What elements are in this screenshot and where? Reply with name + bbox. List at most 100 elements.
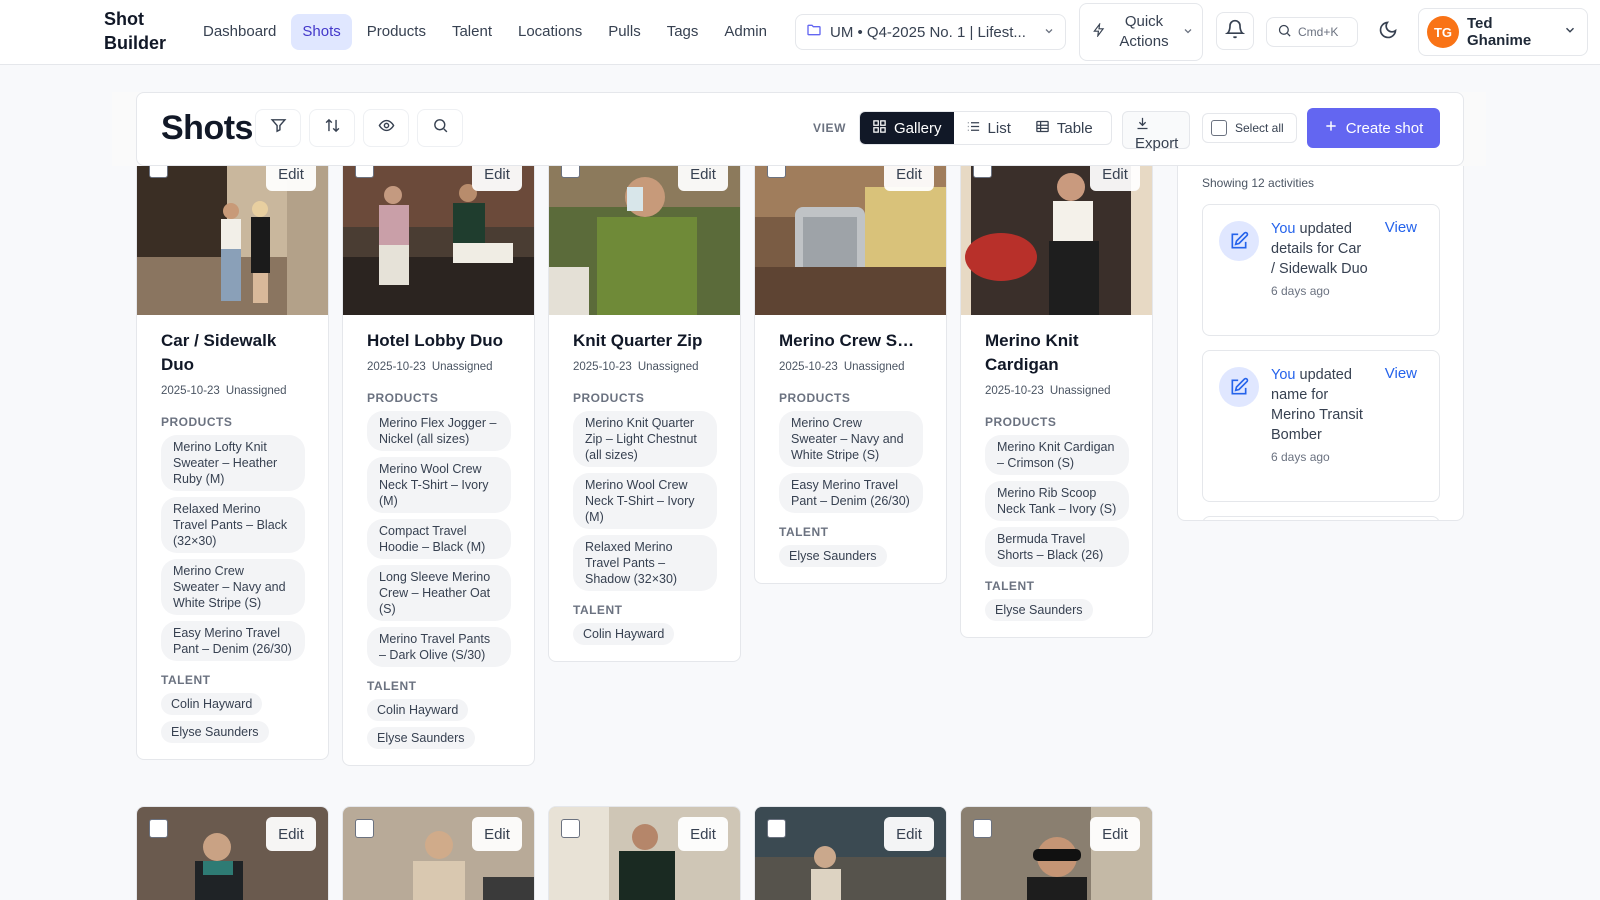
talent-chip: Elyse Saunders (779, 545, 887, 567)
select-all-toggle[interactable]: Select all (1202, 113, 1297, 143)
user-name: Ted Ghanime (1467, 15, 1532, 49)
card-checkbox[interactable] (355, 166, 374, 178)
export-label: Export (1135, 135, 1179, 152)
card-checkbox[interactable] (561, 819, 580, 838)
notifications-button[interactable] (1216, 12, 1254, 50)
activity-view-link[interactable]: View (1385, 365, 1417, 382)
card-status: Unassigned (1049, 385, 1111, 397)
search-icon (432, 117, 449, 139)
talent-chip: Colin Hayward (367, 699, 469, 721)
search-shortcut: Cmd+K (1298, 25, 1339, 39)
shot-card[interactable]: Edit Car / Sidewalk Duo 2025-10-23 Unassi… (136, 166, 329, 760)
shot-thumbnail: Edit (137, 166, 328, 315)
card-edit-button[interactable]: Edit (1090, 817, 1140, 851)
search-button[interactable] (417, 109, 463, 147)
bell-icon (1224, 19, 1246, 44)
view-gallery-label: Gallery (894, 119, 942, 137)
card-edit-button[interactable]: Edit (1090, 166, 1140, 191)
product-chip: Merino Wool Crew Neck T-Shirt – Ivory (M… (573, 473, 717, 529)
create-shot-button[interactable]: Create shot (1307, 108, 1440, 148)
shot-thumbnail: Edit (755, 807, 946, 900)
shot-thumbnail: Edit (549, 166, 740, 315)
activity-view-link[interactable]: View (1385, 219, 1417, 236)
nav-products[interactable]: Products (356, 14, 437, 50)
nav-pulls[interactable]: Pulls (597, 14, 652, 50)
product-chip: Merino Knit Quarter Zip – Light Chestnut… (573, 411, 717, 467)
card-checkbox[interactable] (767, 819, 786, 838)
product-chip: Merino Travel Pants – Dark Olive (S/30) (367, 627, 511, 667)
card-checkbox[interactable] (149, 166, 168, 178)
activity-count: Showing 12 activities (1202, 176, 1315, 190)
card-date: 2025-10-23 (985, 385, 1044, 397)
create-shot-label: Create shot (1345, 119, 1424, 137)
nav-admin[interactable]: Admin (713, 14, 778, 50)
card-edit-button[interactable]: Edit (678, 166, 728, 191)
grid-icon (872, 119, 887, 138)
nav-shots[interactable]: Shots (291, 14, 352, 50)
nav-locations[interactable]: Locations (507, 14, 593, 50)
shot-card[interactable]: Edit Knit Quarter Zip 2025-10-23 Unassign… (548, 166, 741, 662)
shots-gallery: Edit Car / Sidewalk Duo 2025-10-23 Unassi… (0, 166, 1160, 900)
products-label: PRODUCTS (573, 391, 645, 405)
card-edit-button[interactable]: Edit (884, 817, 934, 851)
card-checkbox[interactable] (561, 166, 580, 178)
shot-card[interactable]: Edit Merino Crew Sweater + Easy... 2025-… (754, 166, 947, 584)
shot-card[interactable]: Edit (342, 806, 535, 900)
view-label: VIEW (813, 121, 847, 135)
card-edit-button[interactable]: Edit (472, 166, 522, 191)
filter-icon (270, 117, 287, 139)
view-list-button[interactable]: List (954, 112, 1023, 144)
product-chip: Merino Wool Crew Neck T-Shirt – Ivory (M… (367, 457, 511, 513)
card-checkbox[interactable] (149, 819, 168, 838)
eye-icon (378, 117, 395, 139)
export-button[interactable]: Export (1122, 111, 1190, 152)
product-chip: Merino Crew Sweater – Navy and White Str… (161, 559, 305, 615)
quick-actions-button[interactable]: Quick Actions (1079, 3, 1203, 61)
plus-icon (1324, 119, 1338, 137)
shot-card[interactable]: Edit (754, 806, 947, 900)
card-status: Unassigned (843, 361, 905, 373)
talent-label: TALENT (573, 603, 623, 617)
download-icon (1135, 117, 1150, 135)
theme-toggle[interactable] (1373, 17, 1403, 47)
talent-label: TALENT (367, 679, 417, 693)
view-gallery-button[interactable]: Gallery (860, 112, 954, 144)
card-edit-button[interactable]: Edit (266, 817, 316, 851)
user-menu[interactable]: TG Ted Ghanime (1418, 8, 1588, 56)
nav-talent[interactable]: Talent (441, 14, 503, 50)
project-selector[interactable]: UM • Q4-2025 No. 1 | Lifest... (795, 14, 1066, 50)
card-checkbox[interactable] (973, 166, 992, 178)
brand-line-1: Shot (104, 9, 144, 29)
nav-dashboard[interactable]: Dashboard (192, 14, 287, 50)
command-search-button[interactable]: Cmd+K (1266, 17, 1358, 47)
shot-card[interactable]: Edit Hotel Lobby Duo 2025-10-23 Unassigne… (342, 166, 535, 766)
shot-card[interactable]: Edit (136, 806, 329, 900)
card-checkbox[interactable] (973, 819, 992, 838)
sort-button[interactable] (309, 109, 355, 147)
card-edit-button[interactable]: Edit (266, 166, 316, 191)
view-table-button[interactable]: Table (1023, 112, 1105, 144)
card-checkbox[interactable] (355, 819, 374, 838)
activity-text: You updated details for Car / Sidewalk D… (1271, 219, 1369, 301)
shot-card[interactable]: Edit (960, 806, 1153, 900)
filter-button[interactable] (255, 109, 301, 147)
card-edit-button[interactable]: Edit (678, 817, 728, 851)
select-all-checkbox[interactable] (1211, 120, 1227, 136)
list-icon (966, 119, 981, 138)
visibility-button[interactable] (363, 109, 409, 147)
card-edit-button[interactable]: Edit (884, 166, 934, 191)
activity-item (1202, 516, 1440, 520)
table-icon (1035, 119, 1050, 138)
card-checkbox[interactable] (767, 166, 786, 178)
nav-tags[interactable]: Tags (656, 14, 710, 50)
card-edit-button[interactable]: Edit (472, 817, 522, 851)
activity-item: You updated name for Merino Transit Bomb… (1202, 350, 1440, 502)
talent-chip: Colin Hayward (161, 693, 263, 715)
shot-card[interactable]: Edit Merino Knit Cardigan 2025-10-23 Unas… (960, 166, 1153, 638)
talent-chip: Elyse Saunders (367, 727, 475, 749)
shot-card[interactable]: Edit (548, 806, 741, 900)
product-chip: Relaxed Merino Travel Pants – Black (32×… (161, 497, 305, 553)
select-all-label: Select all (1235, 121, 1284, 135)
brand-logo[interactable]: Shot Builder (104, 7, 184, 55)
chevron-down-icon (1563, 23, 1577, 41)
